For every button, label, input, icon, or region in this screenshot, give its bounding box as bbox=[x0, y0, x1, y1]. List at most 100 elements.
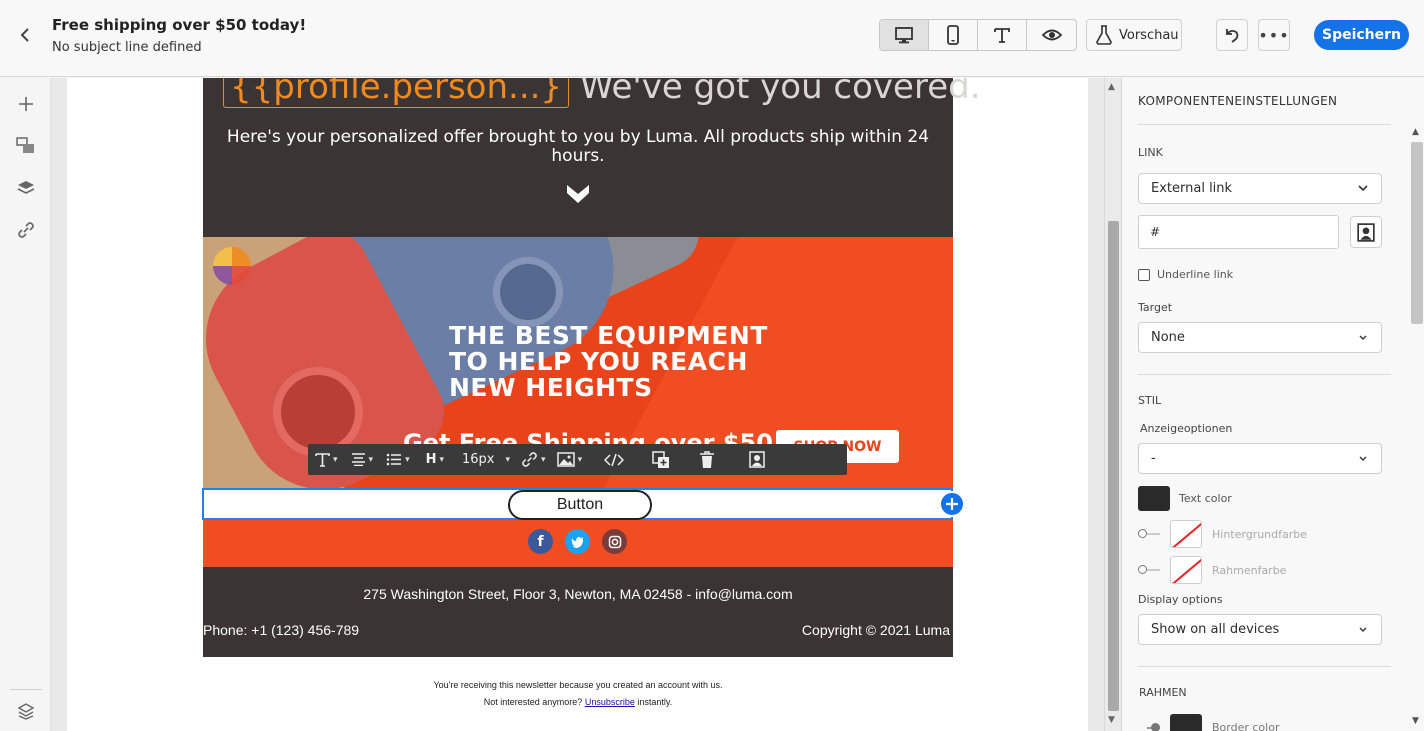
top-bar: Free shipping over $50 today! No subject… bbox=[0, 0, 1424, 77]
code-icon bbox=[604, 453, 625, 466]
border-color-swatch-dark[interactable] bbox=[1170, 714, 1202, 731]
underline-link-checkbox[interactable] bbox=[1138, 269, 1150, 281]
chevron-left-icon bbox=[20, 28, 29, 42]
text-color-swatch[interactable] bbox=[1138, 486, 1170, 511]
undo-button[interactable] bbox=[1216, 19, 1248, 51]
move-plus-icon bbox=[946, 498, 958, 510]
display-options-select[interactable]: Show on all devices bbox=[1138, 614, 1382, 645]
link-type-select[interactable]: External link bbox=[1138, 173, 1382, 204]
desktop-icon bbox=[895, 27, 913, 44]
chevron-down-icon: ▾ bbox=[541, 454, 546, 465]
border-section-label: RAHMEN bbox=[1139, 686, 1187, 699]
text-icon bbox=[994, 28, 1010, 43]
chevron-down-icon: ▾ bbox=[577, 454, 583, 465]
social-strip: f bbox=[203, 520, 953, 567]
instagram-icon[interactable] bbox=[602, 529, 627, 554]
unsubscribe-link[interactable]: Unsubscribe bbox=[585, 697, 635, 707]
personalize-icon bbox=[749, 451, 765, 468]
heading-dropdown[interactable]: H ▾ bbox=[426, 444, 444, 475]
selected-button-component[interactable]: Button bbox=[202, 488, 953, 520]
text-format-toolbar: ▾ ▾ ▾ H ▾ 16px ▾ ▾ ▾ bbox=[308, 444, 847, 475]
target-value: None bbox=[1151, 330, 1185, 345]
twitter-icon[interactable] bbox=[565, 529, 590, 554]
chevron-down-icon bbox=[567, 185, 589, 203]
save-button[interactable]: Speichern bbox=[1314, 20, 1409, 50]
left-rail bbox=[0, 78, 51, 731]
delete-button[interactable] bbox=[699, 444, 715, 475]
mobile-icon bbox=[947, 25, 959, 45]
vorschau-label: Vorschau bbox=[1119, 27, 1179, 43]
desktop-view-button[interactable] bbox=[880, 20, 929, 50]
canvas-scroll-thumb[interactable] bbox=[1108, 221, 1119, 711]
eye-icon bbox=[1041, 29, 1062, 41]
back-button[interactable] bbox=[14, 24, 36, 46]
link-url-input[interactable]: # bbox=[1138, 215, 1339, 249]
email-page: {{profile.person...} We've got you cover… bbox=[67, 78, 1088, 731]
text-style-dropdown[interactable]: ▾ bbox=[315, 444, 338, 475]
footer-copyright: Copyright © 2021 Luma bbox=[801, 622, 950, 638]
hero-text: Here's your personalized offer brought t… bbox=[226, 127, 930, 166]
code-button[interactable] bbox=[604, 444, 625, 475]
layers-icon[interactable] bbox=[15, 177, 37, 199]
link-type-value: External link bbox=[1151, 181, 1233, 196]
banner-headline: THE BEST EQUIPMENT TO HELP YOU REACH NEW… bbox=[449, 323, 768, 401]
chevron-down-icon bbox=[1359, 627, 1367, 632]
facebook-icon[interactable]: f bbox=[528, 529, 553, 554]
canvas-scrollbar[interactable]: ▲ ▼ bbox=[1104, 78, 1121, 731]
display-options-value: Show on all devices bbox=[1151, 622, 1280, 637]
link-section-label: LINK bbox=[1138, 146, 1163, 159]
border-color-toggle[interactable] bbox=[1138, 565, 1160, 575]
hero-section[interactable]: {{profile.person...} We've got you cover… bbox=[203, 78, 981, 237]
personalization-token[interactable]: {{profile.person...} bbox=[223, 78, 570, 108]
panel-scrollbar[interactable]: ▲ ▼ bbox=[1408, 125, 1424, 731]
panel-scroll-thumb[interactable] bbox=[1411, 142, 1423, 324]
unsubscribe-prefix: Not interested anymore? bbox=[483, 697, 583, 707]
link-icon[interactable] bbox=[15, 219, 37, 241]
panel-title: KOMPONENTENEINSTELLUNGEN bbox=[1138, 94, 1338, 108]
scroll-down-icon[interactable]: ▼ bbox=[1412, 716, 1419, 726]
panel-divider bbox=[1138, 374, 1391, 375]
border-color-de-label: Rahmenfarbe bbox=[1212, 564, 1287, 577]
chevron-down-icon: ▾ bbox=[368, 454, 374, 465]
preview-eye-button[interactable] bbox=[1027, 20, 1076, 50]
personalize-button[interactable] bbox=[749, 444, 765, 475]
add-icon[interactable] bbox=[15, 93, 37, 115]
unsubscribe-suffix: instantly. bbox=[637, 697, 673, 707]
scroll-up-icon[interactable]: ▲ bbox=[1108, 82, 1115, 92]
banner-headline-line-3: NEW HEIGHTS bbox=[449, 373, 653, 402]
fragments-icon[interactable] bbox=[15, 135, 37, 157]
image-dropdown[interactable]: ▾ bbox=[556, 444, 583, 475]
chevron-down-icon: ▾ bbox=[505, 454, 511, 465]
rail-divider bbox=[10, 689, 42, 690]
background-color-toggle[interactable] bbox=[1138, 529, 1160, 539]
link-dropdown[interactable]: ▾ bbox=[521, 444, 546, 475]
background-color-swatch[interactable] bbox=[1170, 520, 1202, 548]
align-dropdown[interactable]: ▾ bbox=[351, 444, 374, 475]
scroll-down-icon[interactable]: ▼ bbox=[1108, 715, 1115, 725]
border-color-swatch[interactable] bbox=[1170, 556, 1202, 584]
target-select[interactable]: None bbox=[1138, 322, 1382, 353]
background-color-label: Hintergrundfarbe bbox=[1212, 528, 1308, 541]
text-view-button[interactable] bbox=[978, 20, 1027, 50]
vorschau-button[interactable]: Vorschau bbox=[1086, 19, 1182, 51]
display-options-de-select[interactable]: - bbox=[1138, 443, 1382, 474]
more-options-button[interactable]: ••• bbox=[1258, 19, 1290, 51]
display-options-label: Display options bbox=[1138, 593, 1223, 606]
font-size-value: 16px bbox=[462, 452, 495, 467]
chevron-down-icon: ▾ bbox=[439, 454, 445, 465]
duplicate-button[interactable] bbox=[652, 444, 670, 475]
scroll-up-icon[interactable]: ▲ bbox=[1412, 127, 1419, 137]
chevron-down-icon: ▾ bbox=[333, 454, 338, 465]
email-button[interactable]: Button bbox=[508, 490, 652, 520]
settings-layers-icon[interactable] bbox=[15, 700, 37, 722]
font-size-dropdown[interactable]: 16px ▾ bbox=[462, 444, 510, 475]
list-dropdown[interactable]: ▾ bbox=[386, 444, 410, 475]
personalize-link-button[interactable] bbox=[1350, 216, 1382, 248]
unsubscribe-note: Not interested anymore? Unsubscribe inst… bbox=[203, 697, 953, 707]
border-toggle[interactable] bbox=[1138, 723, 1160, 731]
mobile-view-button[interactable] bbox=[929, 20, 978, 50]
hero-headline-rest: We've got you covered. bbox=[579, 78, 981, 107]
chevron-down-icon: ▾ bbox=[405, 454, 410, 465]
add-component-handle[interactable] bbox=[939, 491, 965, 517]
footer-address: 275 Washington Street, Floor 3, Newton, … bbox=[363, 586, 793, 602]
